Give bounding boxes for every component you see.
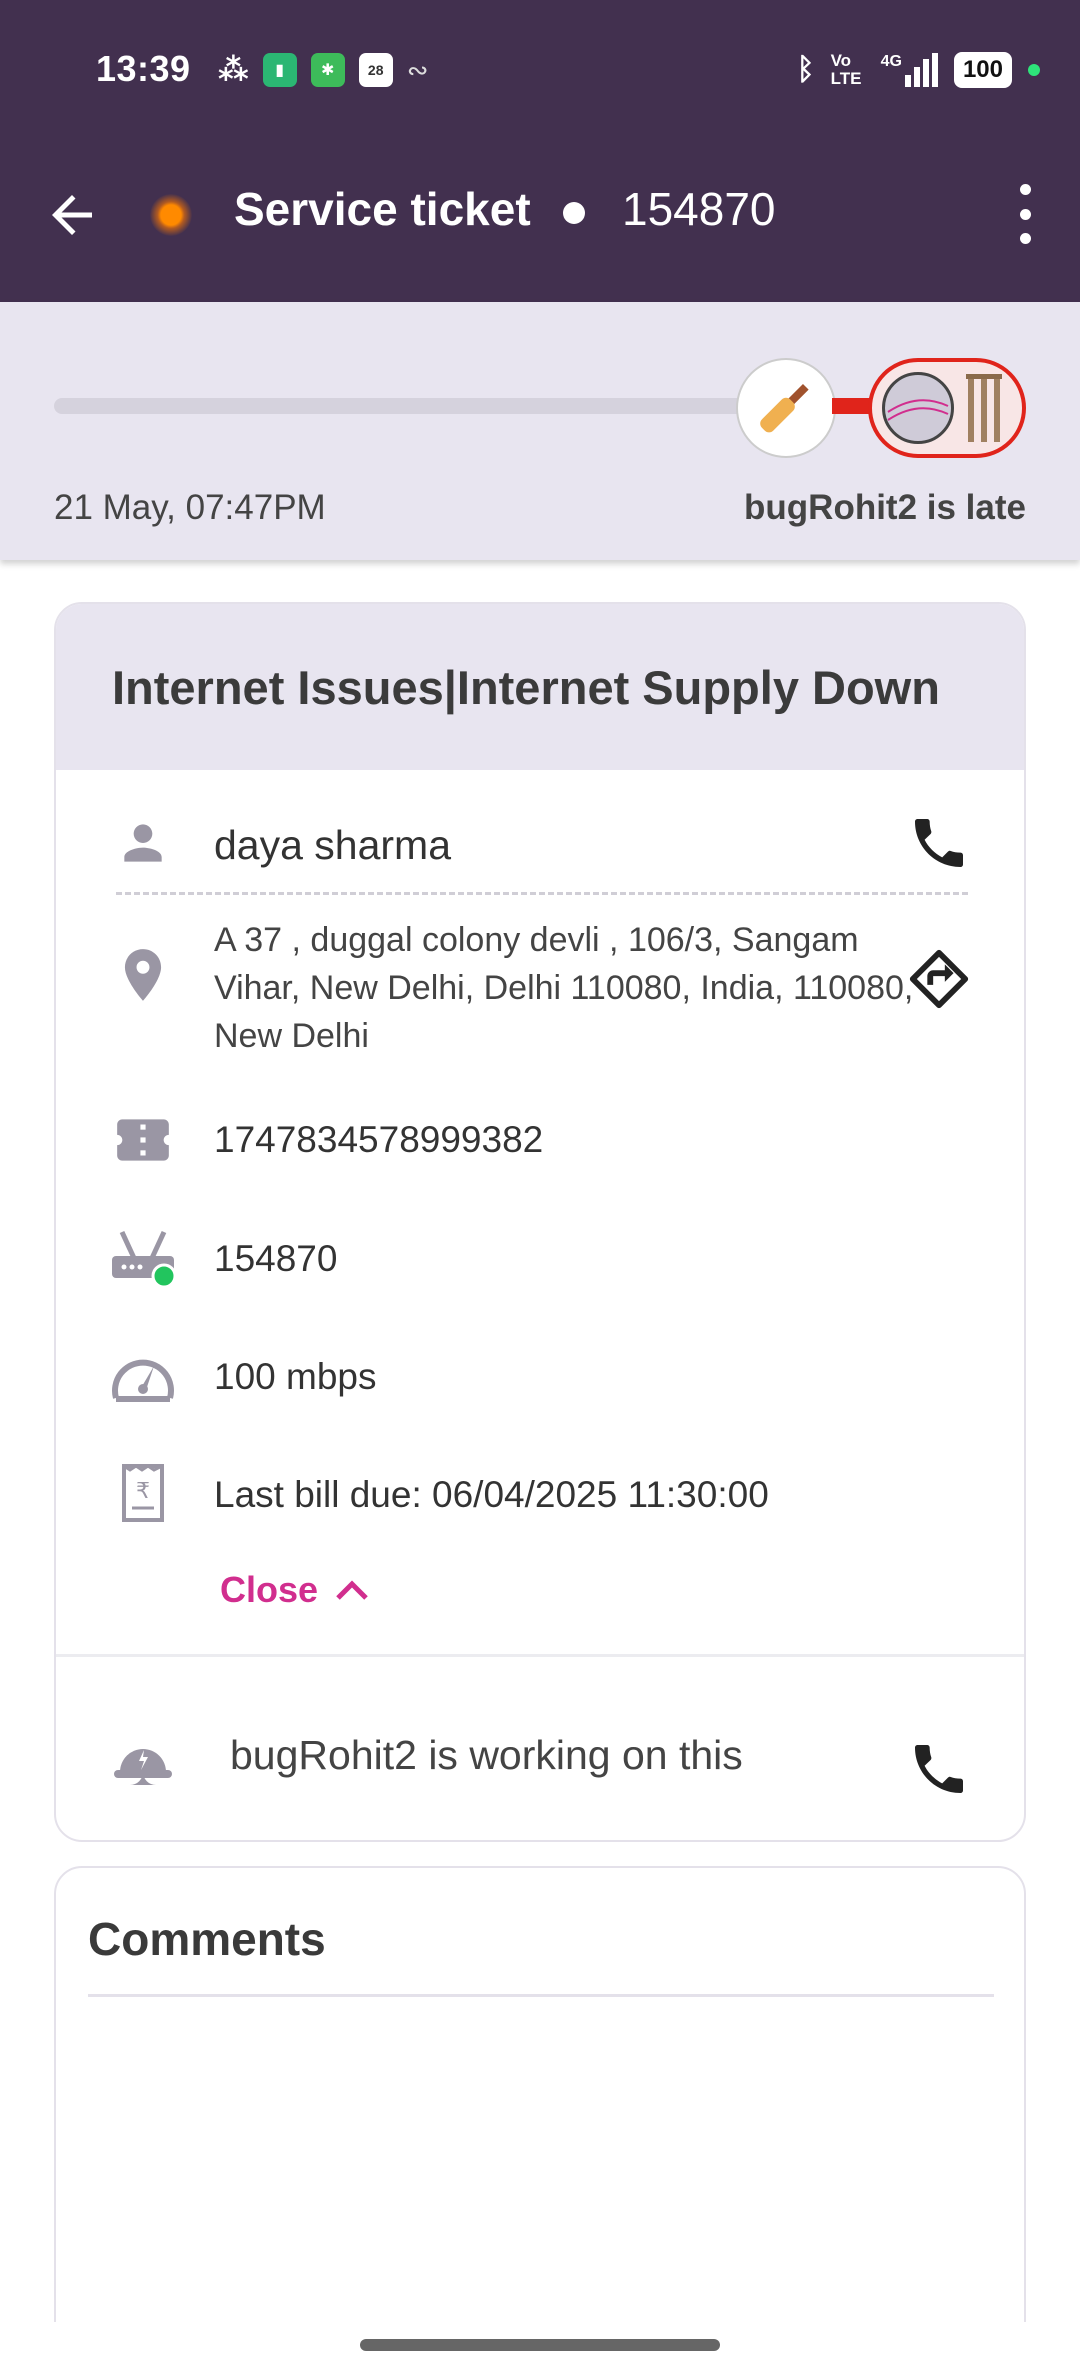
device-id: 154870 [214,1238,338,1279]
calendar-icon: 28 [358,53,393,87]
title-separator [563,202,585,224]
cricket-ball-icon [882,372,954,444]
status-bar: 13:39 ⁂ ▮ ✱ 28 ∾ ᛒ Vo LTE 4G 100 [0,0,1080,140]
bill-row: ₹ Last bill due: 06/04/2025 11:30:00 [56,1452,1024,1542]
app-green-icon: ▮ [262,53,297,87]
back-button[interactable] [42,185,102,245]
phone-icon [915,819,963,867]
app-lime-icon: ✱ [310,53,345,87]
dashed-divider [116,892,968,895]
chevron-up-icon [336,1580,368,1600]
ticket-issue-title: Internet Issues|Internet Supply Down [112,660,940,714]
bill-receipt-icon: ₹ [108,1458,178,1528]
kebab-dot [1019,233,1031,244]
ticket-number: 154870 [622,183,776,235]
collapse-details-button[interactable]: Close [220,1569,370,1611]
late-marker [868,358,1026,458]
kebab-dot [1019,184,1031,195]
network-type: 4G [880,53,902,70]
directions-button[interactable] [902,942,976,1016]
wickets-icon [966,374,1002,442]
call-technician-button[interactable] [902,1732,976,1806]
arrow-left-icon [52,195,92,235]
cricket-bat-icon [736,358,836,458]
account-row: 1747834578999382 [56,1099,1024,1189]
call-customer-button[interactable] [902,806,976,880]
notification-icons: ⁂ ▮ ✱ 28 ∾ [218,50,429,90]
account-id: 1747834578999382 [214,1119,544,1160]
location-pin-icon [108,940,178,1010]
live-indicator-icon [150,194,192,236]
system-status-icons: ᛒ Vo LTE 4G 100 [797,50,1040,90]
toolbar: Service ticket 154870 [0,140,1080,302]
page-title: Service ticket [234,183,531,235]
partner-app-icon: ∾ [406,54,429,85]
sla-date: 21 May, 07:47PM [54,488,326,527]
router-icon [108,1224,178,1294]
customer-name: daya sharma [214,822,452,868]
device-row: 154870 [56,1216,1024,1306]
app-header: 13:39 ⁂ ▮ ✱ 28 ∾ ᛒ Vo LTE 4G 100 Service… [0,0,1080,302]
section-divider [56,1654,1024,1657]
phone-icon [915,1745,963,1793]
worker-helmet-icon [108,1728,178,1798]
technician-status: bugRohit2 is working on this [230,1732,743,1778]
slack-icon: ⁂ [218,53,249,87]
speed-row: 100 mbps [56,1334,1024,1424]
comments-divider [88,1994,994,1997]
bluetooth-icon: ᛒ [796,53,815,86]
close-label: Close [220,1569,319,1610]
last-bill-due: Last bill due: 06/04/2025 11:30:00 [214,1474,769,1515]
person-icon [108,808,178,878]
customer-row: daya sharma [56,790,1024,896]
address-row: A 37 , duggal colony devli , 106/3, Sang… [56,904,1024,1055]
sla-progress-panel: 21 May, 07:47PM bugRohit2 is late [0,302,1080,560]
battery-indicator: 100 [953,52,1012,88]
privacy-dot-icon [1028,64,1040,76]
comments-card: Comments [54,1866,1026,2373]
volte-icon: Vo LTE [830,51,862,88]
comments-title: Comments [88,1913,326,1965]
ticket-id-icon [108,1105,178,1175]
late-connector [832,398,872,414]
signal-icon: 4G [881,53,938,87]
plan-speed: 100 mbps [214,1356,377,1397]
sla-progress-track [54,398,754,414]
more-options-button[interactable] [1010,184,1040,244]
speedometer-icon [108,1342,178,1412]
directions-icon [909,949,969,1009]
ticket-card: Internet Issues|Internet Supply Down day… [54,602,1026,1842]
sla-status: bugRohit2 is late [744,488,1026,527]
svg-text:₹: ₹ [136,1479,150,1504]
kebab-dot [1019,208,1031,220]
ticket-card-header: Internet Issues|Internet Supply Down [56,604,1024,770]
customer-address: A 37 , duggal colony devli , 106/3, Sang… [214,921,914,1055]
home-indicator[interactable] [360,2339,720,2351]
status-time: 13:39 [96,48,191,89]
